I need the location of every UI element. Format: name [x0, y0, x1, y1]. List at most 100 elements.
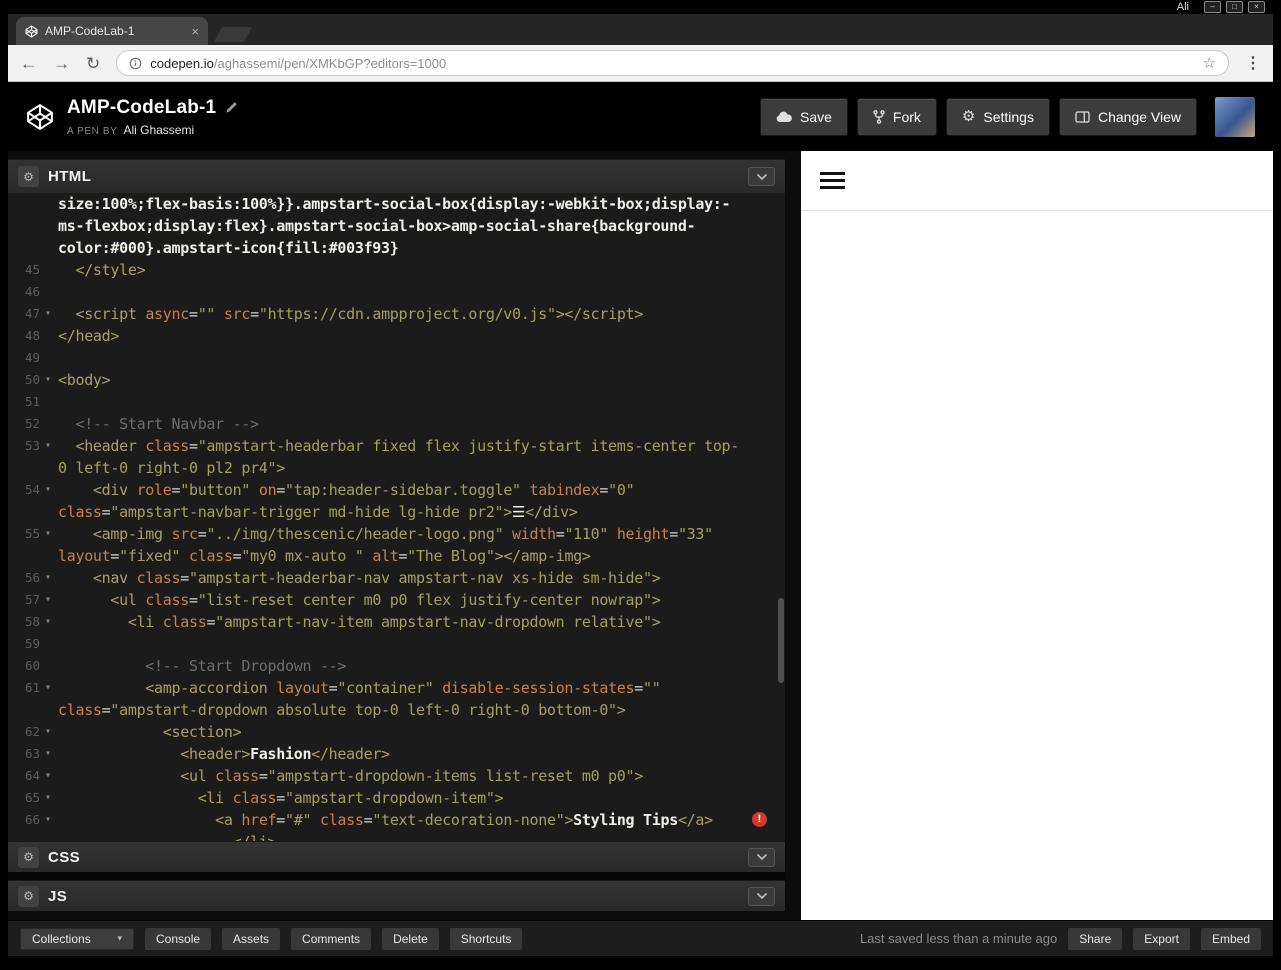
code-line[interactable]: class="ampstart-dropdown absolute top-0 … [8, 699, 785, 721]
code-line[interactable]: 52 <!-- Start Navbar --> [8, 413, 785, 435]
main-area: ⚙ HTML size:100%;flex-basis:100%}}.ampst… [8, 151, 1273, 920]
fold-arrow-icon[interactable]: ▾ [40, 611, 56, 633]
code-line[interactable]: 64 ▾ <ul class="ampstart-dropdown-items l… [8, 765, 785, 787]
code-line[interactable]: class="ampstart-navbar-trigger md-hide l… [8, 501, 785, 523]
fold-arrow-icon[interactable]: ▾ [40, 479, 56, 501]
fold-arrow-icon[interactable]: ▾ [40, 567, 56, 589]
settings-button[interactable]: ⚙ Settings [945, 97, 1050, 136]
edit-title-pencil-icon[interactable] [225, 101, 238, 114]
user-avatar[interactable] [1215, 96, 1255, 137]
collections-dropdown[interactable]: Collections ▾ [20, 927, 134, 950]
forward-icon[interactable]: → [53, 55, 70, 72]
comments-button[interactable]: Comments [291, 927, 372, 950]
code-line[interactable]: layout="fixed" class="my0 mx-auto " alt=… [8, 545, 785, 567]
code-line[interactable]: 63 ▾ <header>Fashion</header> [8, 743, 785, 765]
code-line[interactable]: 55 ▾ <amp-img src="../img/thescenic/heade… [8, 523, 785, 545]
js-settings-gear-icon[interactable]: ⚙ [18, 885, 39, 907]
fold-arrow-icon[interactable]: ▾ [40, 303, 56, 325]
tab-title: AMP-CodeLab-1 [45, 24, 135, 38]
preview-menu-icon[interactable] [820, 168, 845, 193]
css-expand-button[interactable] [748, 847, 775, 867]
code-line[interactable]: ms-flexbox;display:flex}.ampstart-social… [8, 215, 785, 237]
reload-icon[interactable]: ↻ [86, 55, 100, 72]
assets-button[interactable]: Assets [222, 927, 281, 950]
fold-arrow-icon[interactable]: ▾ [40, 523, 56, 545]
code-line[interactable]: size:100%;flex-basis:100%}}.ampstart-soc… [8, 193, 785, 215]
code-line[interactable]: 56 ▾ <nav class="ampstart-headerbar-nav a… [8, 567, 785, 589]
html-panel-header[interactable]: ⚙ HTML [8, 159, 785, 193]
shortcuts-button[interactable]: Shortcuts [449, 927, 523, 950]
code-text: <ul class="list-reset center m0 p0 flex … [58, 591, 661, 609]
url-bar[interactable]: codepen.io/aghassemi/pen/XMKbGP?editors=… [116, 50, 1229, 76]
pen-author-link[interactable]: Ali Ghassemi [123, 123, 194, 137]
code-line[interactable]: 47 ▾ <script async="" src="https://cdn.am… [8, 303, 785, 325]
code-line[interactable]: 51 [8, 391, 785, 413]
code-line[interactable]: 0 left-0 right-0 pl2 pr4"> [8, 457, 785, 479]
tab-close-icon[interactable]: × [191, 25, 199, 38]
delete-button[interactable]: Delete [382, 927, 439, 950]
back-icon[interactable]: ← [20, 55, 37, 72]
codepen-logo-icon[interactable] [26, 103, 54, 131]
code-line[interactable]: </li> [8, 831, 785, 841]
code-line[interactable]: 50 ▾ <body> [8, 369, 785, 391]
js-expand-button[interactable] [748, 886, 775, 906]
window-minimize-button[interactable]: – [1204, 1, 1221, 13]
html-settings-gear-icon[interactable]: ⚙ [18, 166, 39, 187]
html-editor[interactable]: size:100%;flex-basis:100%}}.ampstart-soc… [8, 193, 785, 841]
fold-arrow-icon[interactable]: ▾ [40, 809, 56, 831]
window-maximize-button[interactable]: □ [1226, 1, 1243, 13]
fold-arrow-icon[interactable]: ▾ [40, 721, 56, 743]
console-button[interactable]: Console [145, 927, 212, 950]
line-gutter: 54 ▾ [8, 479, 58, 501]
codepen-header: AMP-CodeLab-1 A PEN BY Ali Ghassemi Save [8, 82, 1273, 151]
new-tab-button[interactable] [214, 27, 252, 42]
css-settings-gear-icon[interactable]: ⚙ [18, 846, 39, 868]
code-line[interactable]: 65 ▾ <li class="ampstart-dropdown-item"> [8, 787, 785, 809]
line-gutter [8, 501, 58, 523]
site-info-icon[interactable] [129, 57, 142, 70]
fold-arrow-icon[interactable]: ▾ [40, 677, 56, 699]
bookmark-star-icon[interactable]: ☆ [1203, 54, 1216, 72]
share-button[interactable]: Share [1068, 927, 1123, 950]
js-panel-header[interactable]: ⚙ JS [8, 880, 785, 911]
browser-menu-icon[interactable]: ⋮ [1245, 53, 1261, 73]
fork-button[interactable]: Fork [856, 97, 937, 136]
browser-tab[interactable]: AMP-CodeLab-1 × [16, 17, 208, 45]
embed-button[interactable]: Embed [1200, 927, 1261, 950]
code-line[interactable]: 49 [8, 347, 785, 369]
code-line[interactable]: 66 ▾ <a href="#" class="text-decoration-n… [8, 809, 785, 831]
fold-arrow-icon[interactable]: ▾ [40, 787, 56, 809]
css-panel-label: CSS [48, 848, 81, 866]
save-button[interactable]: Save [760, 97, 848, 136]
line-gutter: 53 ▾ [8, 435, 58, 457]
code-line[interactable]: 53 ▾ <header class="ampstart-headerbar fi… [8, 435, 785, 457]
line-gutter: 64 ▾ [8, 765, 58, 787]
html-collapse-button[interactable] [748, 167, 775, 186]
code-line[interactable]: 60 <!-- Start Dropdown --> [8, 655, 785, 677]
code-line[interactable]: 59 [8, 633, 785, 655]
code-line[interactable]: 62 ▾ <section> [8, 721, 785, 743]
window-close-button[interactable]: × [1248, 1, 1265, 13]
code-line[interactable]: 48 </head> [8, 325, 785, 347]
change-view-button[interactable]: Change View [1058, 97, 1197, 136]
line-number [8, 545, 40, 567]
editor-bottom-gap [8, 911, 785, 920]
pane-resize-gutter[interactable] [785, 151, 801, 920]
code-line[interactable]: 57 ▾ <ul class="list-reset center m0 p0 f… [8, 589, 785, 611]
css-panel-header[interactable]: ⚙ CSS [8, 841, 785, 872]
code-line[interactable]: 46 [8, 281, 785, 303]
line-number [8, 457, 40, 479]
code-line[interactable]: color:#000}.ampstart-icon{fill:#003f93} [8, 237, 785, 259]
editor-scrollbar-thumb[interactable] [778, 598, 784, 683]
fold-arrow-icon[interactable]: ▾ [40, 369, 56, 391]
fold-arrow-icon[interactable]: ▾ [40, 743, 56, 765]
code-line[interactable]: 58 ▾ <li class="ampstart-nav-item ampstar… [8, 611, 785, 633]
fold-arrow-icon[interactable]: ▾ [40, 765, 56, 787]
line-number: 51 [24, 394, 40, 409]
fold-arrow-icon[interactable]: ▾ [40, 589, 56, 611]
code-line[interactable]: 45 </style> [8, 259, 785, 281]
export-button[interactable]: Export [1133, 927, 1190, 950]
fold-arrow-icon[interactable]: ▾ [40, 435, 56, 457]
code-line[interactable]: 54 ▾ <div role="button" on="tap:header-si… [8, 479, 785, 501]
code-line[interactable]: 61 ▾ <amp-accordion layout="container" di… [8, 677, 785, 699]
